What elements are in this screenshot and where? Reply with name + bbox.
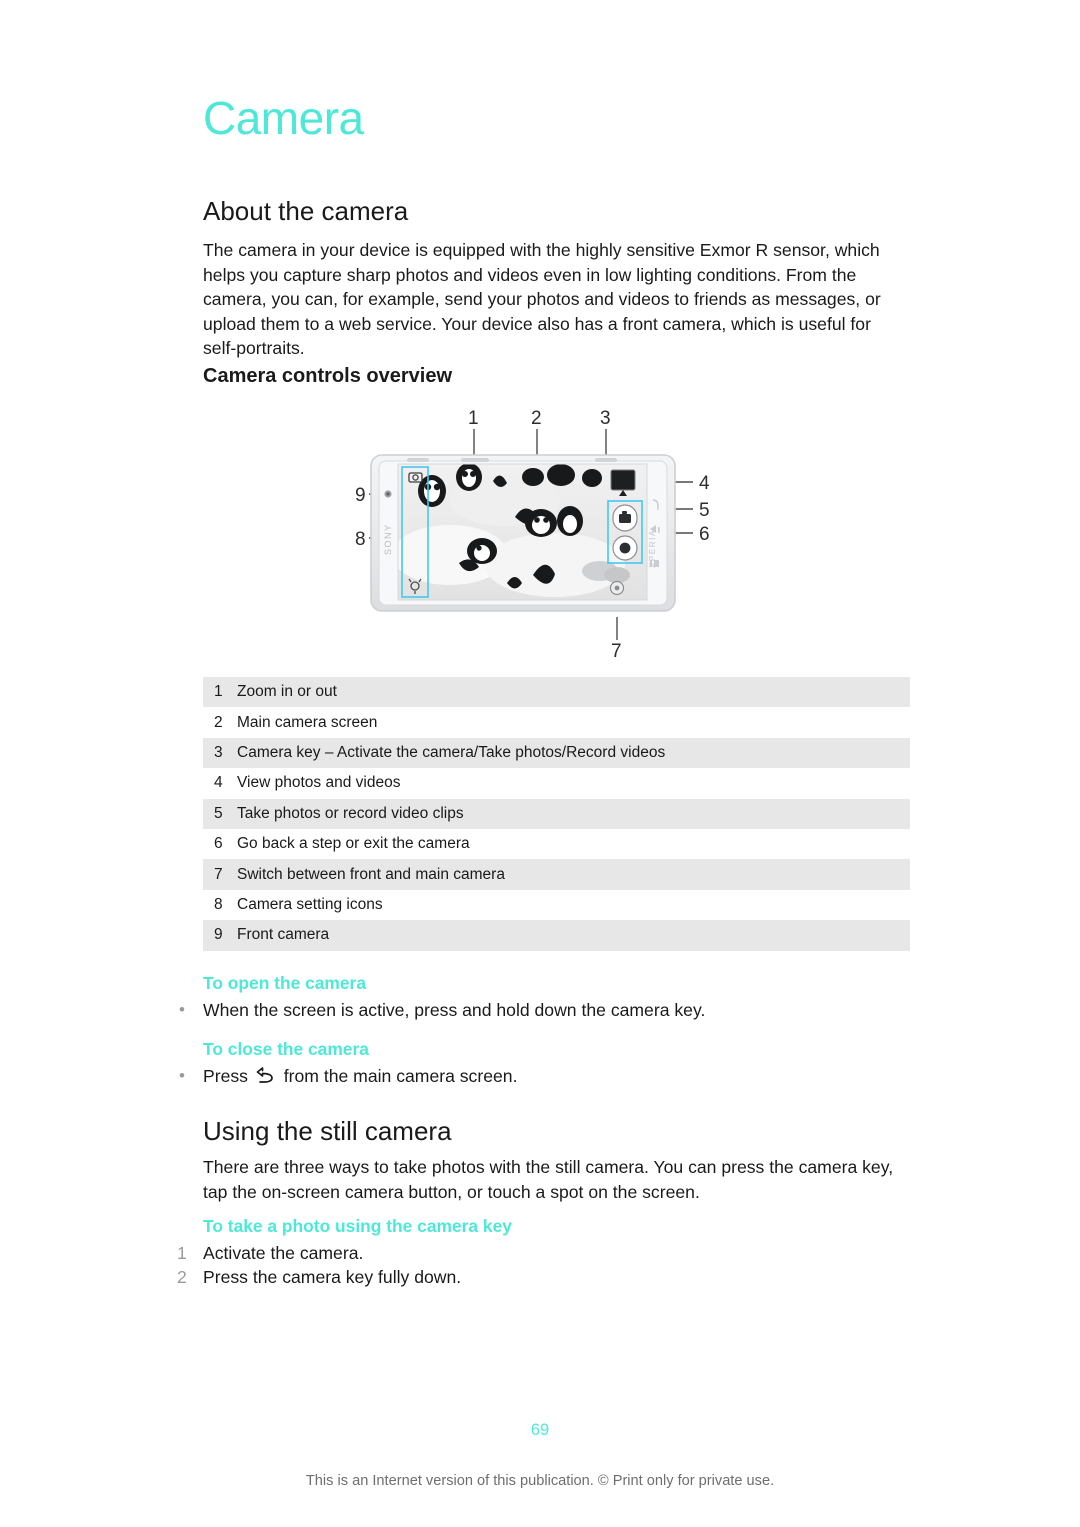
footer-note: This is an Internet version of this publ… [305, 1473, 775, 1489]
legend-number: 4 [214, 774, 223, 792]
step-text: Press the camera key fully down. [203, 1267, 462, 1287]
shutter-button [612, 504, 638, 532]
heading-about-the-camera: About the camera [203, 196, 409, 226]
legend-description: Switch between front and main camera [237, 865, 505, 883]
legend-description: Camera setting icons [237, 895, 383, 913]
legend-number: 6 [214, 835, 223, 853]
procedure-title-to-close-the-camera: To close the camera [203, 1039, 369, 1059]
heading-using-the-still-camera: Using the still camera [203, 1116, 452, 1146]
callout-label-2: 2 [531, 408, 542, 429]
table-row: 4 View photos and videos [203, 768, 910, 798]
list-item: 2 Press the camera key fully down. [177, 1265, 907, 1290]
table-row: 3 Camera key – Activate the camera/Take … [203, 737, 910, 769]
paragraph-about-the-camera: The camera in your device is equipped wi… [203, 240, 881, 359]
page-number: 69 [530, 1421, 550, 1439]
camera-controls-legend-table: 1 Zoom in or out 2 Main camera screen 3 … [203, 677, 910, 951]
table-row: 5 Take photos or record video clips [203, 798, 910, 829]
callout-label-4: 4 [699, 473, 710, 494]
legend-number: 5 [214, 804, 223, 822]
bullet-text: Press from the main camera screen. [203, 1064, 907, 1091]
legend-description: Take photos or record video clips [237, 804, 464, 822]
procedure-title-to-take-a-photo-using-the-camera-key: To take a photo using the camera key [203, 1216, 512, 1236]
document-page: Camera About the camera The camera in yo… [0, 0, 1080, 1527]
legend-description: View photos and videos [237, 774, 401, 792]
legend-number: 8 [214, 895, 223, 913]
paragraph-using-the-still-camera: There are three ways to take photos with… [203, 1157, 894, 1202]
sony-brand-text: SONY [383, 523, 393, 555]
callout-label-7: 7 [611, 641, 622, 662]
table-row: 8 Camera setting icons [203, 890, 910, 920]
table-row: 9 Front camera [203, 920, 910, 951]
page-title: Camera [203, 92, 364, 144]
list-item: • When the screen is active, press and h… [177, 998, 907, 1023]
legend-description: Go back a step or exit the camera [237, 835, 470, 853]
callout-label-1: 1 [468, 408, 479, 429]
callout-label-3: 3 [600, 408, 611, 429]
callout-label-5: 5 [699, 500, 710, 521]
back-arrow-icon [256, 1066, 276, 1091]
legend-description: Camera key – Activate the camera/Take ph… [237, 743, 666, 761]
legend-number: 3 [214, 743, 223, 761]
legend-number: 1 [214, 683, 223, 701]
legend-description: Zoom in or out [237, 683, 337, 701]
heading-camera-controls-overview: Camera controls overview [203, 365, 452, 387]
step-text: Activate the camera. [203, 1243, 364, 1263]
step-number: 1 [177, 1243, 187, 1263]
legend-number: 9 [214, 926, 223, 944]
legend-number: 7 [214, 865, 223, 883]
table-row: 2 Main camera screen [203, 707, 910, 737]
bullet-text: When the screen is active, press and hol… [203, 1000, 706, 1020]
bullet-text-suffix: from the main camera screen. [283, 1066, 518, 1086]
camera-controls-diagram: SONY XPERIA 1 2 3 4 5 6 7 8 9 [355, 405, 745, 665]
table-row: 1 Zoom in or out [203, 677, 910, 708]
callout-label-6: 6 [699, 524, 710, 545]
callout-label-9: 9 [355, 485, 366, 506]
bullet-icon: • [179, 1066, 185, 1085]
table-row: 7 Switch between front and main camera [203, 859, 910, 890]
step-number: 2 [177, 1267, 187, 1287]
legend-number: 2 [214, 713, 223, 731]
switch-camera-icon [609, 580, 625, 596]
list-item: • Press from the main camera screen. [177, 1064, 907, 1091]
bullet-text-prefix: Press [203, 1066, 248, 1086]
record-button [612, 535, 638, 561]
legend-description: Front camera [237, 926, 330, 944]
procedure-title-to-open-the-camera: To open the camera [203, 973, 366, 993]
legend-description: Main camera screen [237, 713, 378, 731]
bullet-icon: • [179, 1000, 185, 1019]
table-row: 6 Go back a step or exit the camera [203, 829, 910, 859]
callout-label-8: 8 [355, 529, 366, 550]
list-item: 1 Activate the camera. [177, 1241, 907, 1266]
